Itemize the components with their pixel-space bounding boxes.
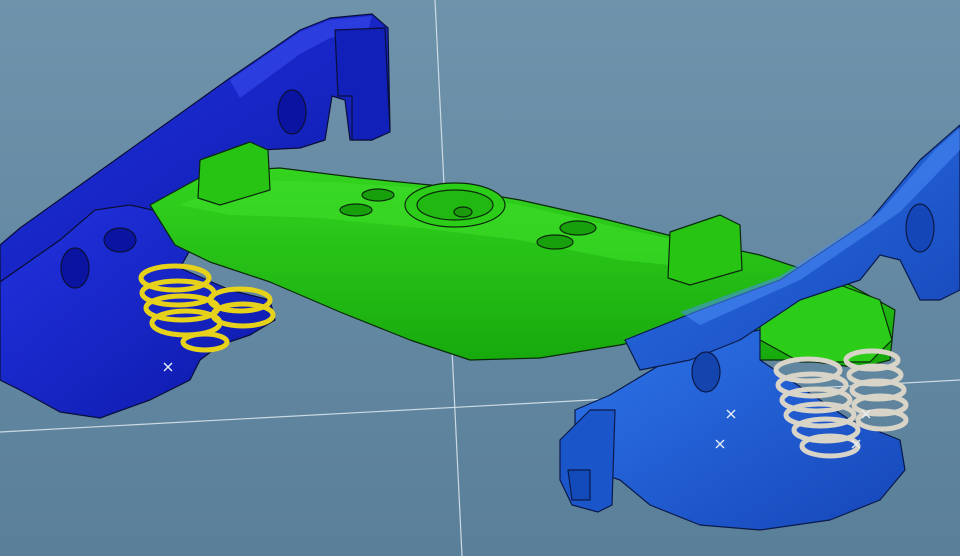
bolster-slot — [559, 220, 597, 236]
right-pocket-hole — [691, 351, 721, 393]
model-canvas[interactable] — [0, 0, 960, 556]
bolster-slot — [339, 203, 373, 217]
right-sideframe-window — [905, 203, 935, 253]
right-pedestal-jaw-inner — [567, 469, 591, 501]
bolster-slot — [536, 234, 574, 250]
cad-3d-viewport[interactable] — [0, 0, 960, 556]
center-plate-inner — [416, 189, 494, 221]
left-pocket-hole — [60, 247, 90, 289]
center-pin — [453, 206, 473, 218]
bolster-slot — [361, 188, 395, 202]
left-pocket-hole-2 — [103, 227, 137, 253]
left-sideframe-window — [277, 89, 307, 135]
